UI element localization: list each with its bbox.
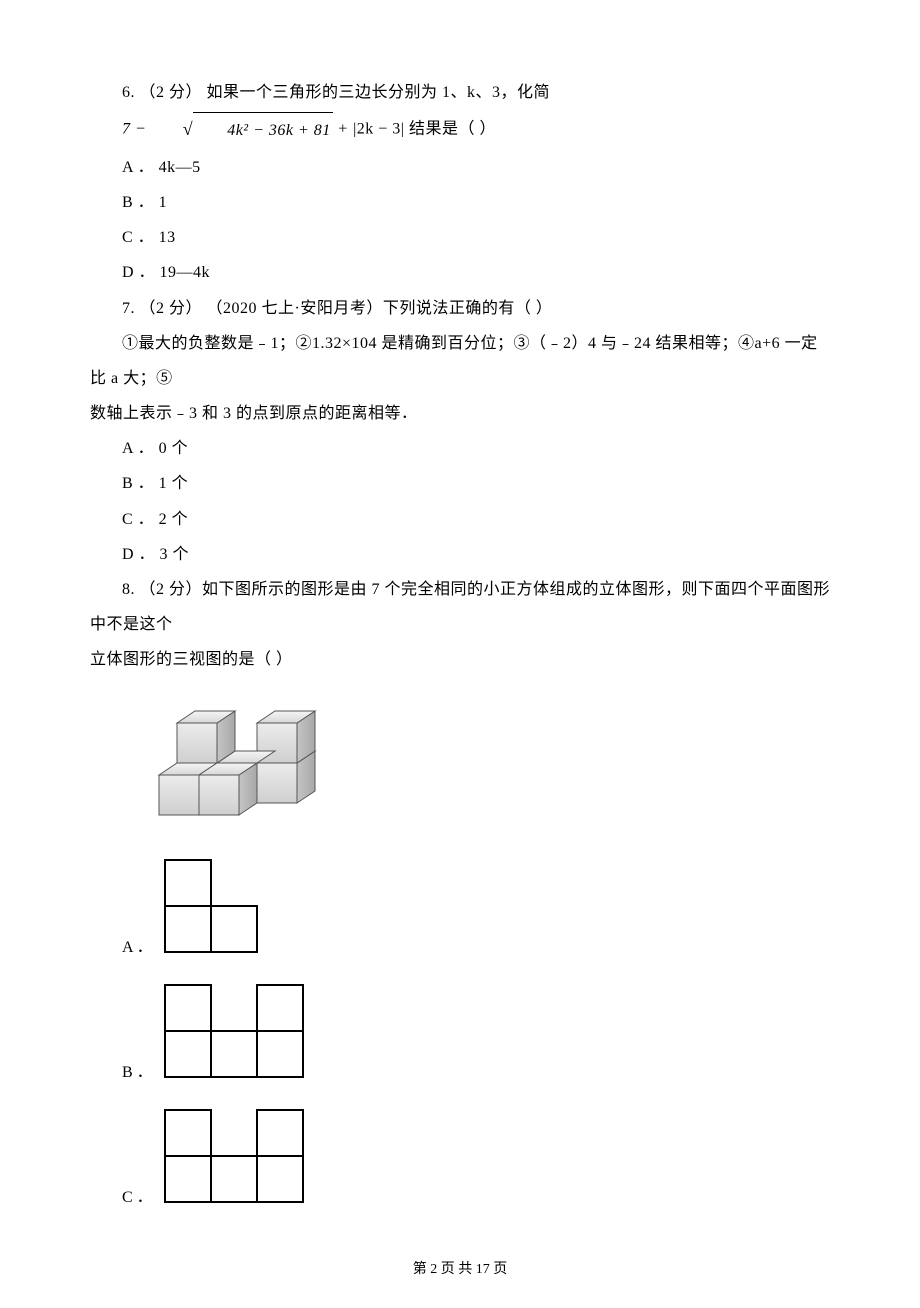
page-footer: 第 2 页 共 17 页 [90,1258,830,1278]
document-page: 6. （2 分） 如果一个三角形的三边长分别为 1、k、3，化简 7 − √4k… [0,0,920,1308]
q7-option-c: C ． 2 个 [90,502,830,537]
option-a-grid-icon [163,858,263,958]
q8-option-b-label: B ． [122,1065,153,1083]
formula-lead: 7 − [122,121,151,138]
q7-body1: ①最大的负整数是﹣1；②1.32×104 是精确到百分位；③（﹣2）4 与﹣24… [90,326,830,396]
q6-stem: 6. （2 分） 如果一个三角形的三边长分别为 1、k、3，化简 7 − √4k… [90,75,830,150]
q8-option-a-row: A ． [122,858,830,958]
q8-option-a-label: A ． [122,940,153,958]
sqrt-icon: √4k² − 36k + 81 [151,110,333,150]
q6-formula: 7 − √4k² − 36k + 81 + |2k − 3| [90,110,405,150]
q7-option-b: B ． 1 个 [90,466,830,501]
q7-option-a: A ． 0 个 [90,431,830,466]
q6-option-a: A ． 4k—5 [90,150,830,185]
q8-option-c-label: C ． [122,1190,153,1208]
q6-prefix: 6. （2 分） 如果一个三角形的三边长分别为 1、k、3，化简 [122,84,550,101]
q7-stem: 7. （2 分） （2020 七上·安阳月考）下列说法正确的有（ ） [90,291,830,326]
q7-body2: 数轴上表示﹣3 和 3 的点到原点的距离相等． [90,396,830,431]
q8-option-c-row: C ． [122,1108,830,1208]
abs-expr: |2k − 3| [353,121,404,138]
q8-option-b-row: B ． [122,983,830,1083]
q8-stem-line1: 8. （2 分）如下图所示的图形是由 7 个完全相同的小正方体组成的立体图形，则… [90,572,830,642]
cubes-3d-icon [122,688,317,838]
q6-suffix: 结果是（ ） [409,121,496,138]
q6-option-b: B ． 1 [90,185,830,220]
q8-solid-figure [122,688,830,838]
q6-option-c: C ． 13 [90,220,830,255]
q7-option-d: D ． 3 个 [90,537,830,572]
q6-option-d: D ． 19—4k [90,255,830,290]
option-c-grid-icon [163,1108,313,1208]
q8-stem-line2: 立体图形的三视图的是（ ） [90,642,830,677]
formula-plus: + [337,121,353,138]
option-b-grid-icon [163,983,313,1083]
radicand: 4k² − 36k + 81 [193,112,333,148]
